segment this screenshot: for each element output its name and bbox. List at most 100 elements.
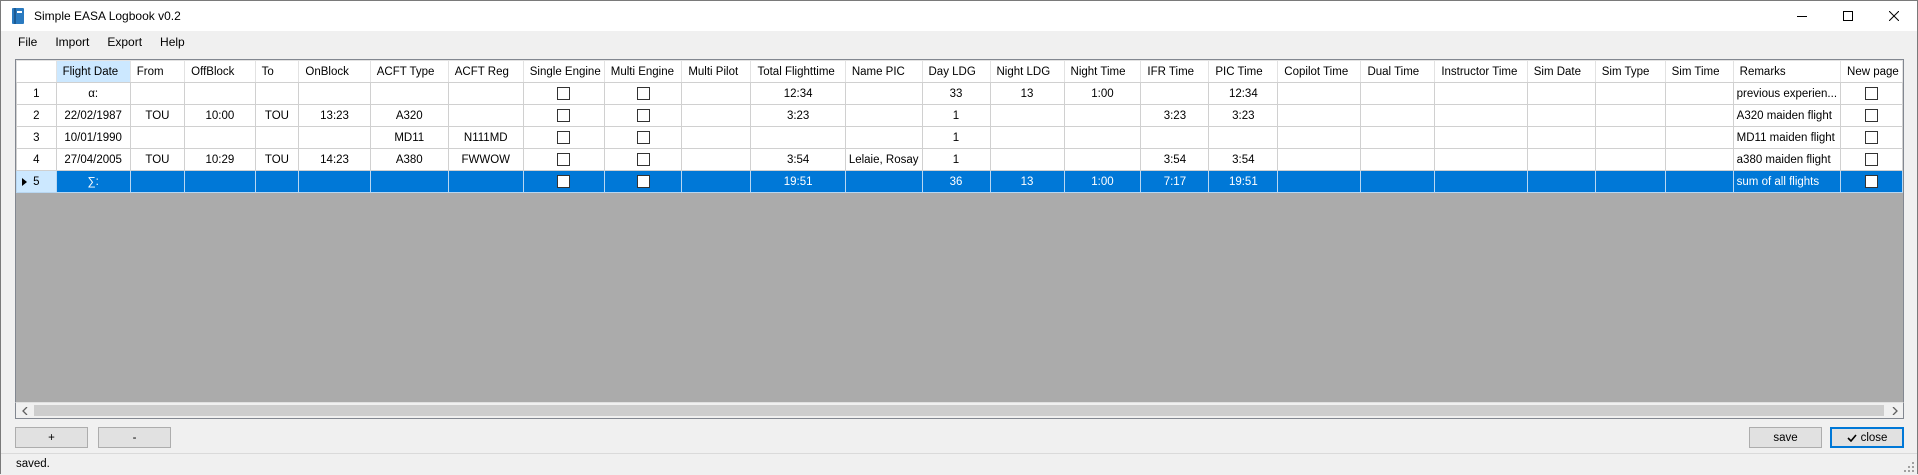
col-header[interactable]: New page bbox=[1840, 60, 1903, 83]
table-cell[interactable] bbox=[369, 82, 449, 105]
table-row[interactable]: 1 α: 12:34 33 13 1:00 12:34 previous experien..… bbox=[16, 82, 1903, 105]
table-cell[interactable] bbox=[1208, 126, 1279, 149]
table-cell[interactable]: 22/02/1987 bbox=[55, 104, 131, 127]
single-engine-checkbox[interactable] bbox=[557, 175, 571, 188]
checkbox-cell[interactable] bbox=[522, 82, 605, 105]
table-cell[interactable] bbox=[989, 104, 1065, 127]
table-cell[interactable] bbox=[369, 170, 449, 193]
table-cell[interactable]: 1 bbox=[921, 104, 991, 127]
menu-import[interactable]: Import bbox=[46, 32, 98, 52]
new-page-checkbox[interactable] bbox=[1865, 175, 1879, 188]
close-button[interactable]: close bbox=[1830, 427, 1904, 448]
table-cell[interactable] bbox=[1360, 126, 1436, 149]
table-cell[interactable] bbox=[447, 170, 524, 193]
close-window-button[interactable] bbox=[1871, 1, 1917, 31]
table-cell[interactable]: 1 bbox=[921, 126, 991, 149]
table-cell[interactable] bbox=[1063, 104, 1142, 127]
table-cell[interactable] bbox=[1277, 170, 1362, 193]
table-cell[interactable]: sum of all flights bbox=[1732, 170, 1842, 193]
table-cell[interactable] bbox=[1277, 126, 1362, 149]
new-page-checkbox[interactable] bbox=[1865, 131, 1879, 144]
checkbox-cell[interactable] bbox=[522, 104, 605, 127]
table-cell[interactable] bbox=[1594, 82, 1666, 105]
col-header[interactable]: OnBlock bbox=[298, 60, 371, 83]
table-cell[interactable]: TOU bbox=[129, 148, 186, 171]
table-cell[interactable]: MD11 maiden flight bbox=[1732, 126, 1842, 149]
select-all-header[interactable] bbox=[16, 60, 57, 83]
col-header[interactable]: Instructor Time bbox=[1434, 60, 1528, 83]
table-row[interactable]: 3 10/01/1990 MD11 N111MD 1 MD11 maiden flight bbox=[16, 126, 1903, 149]
col-header[interactable]: IFR Time bbox=[1140, 60, 1210, 83]
menu-help[interactable]: Help bbox=[151, 32, 194, 52]
table-cell[interactable] bbox=[1434, 104, 1528, 127]
table-cell[interactable] bbox=[1434, 82, 1528, 105]
scroll-right-icon[interactable] bbox=[1886, 403, 1903, 418]
table-row[interactable]: 5 ∑: 19:51 36 13 1:00 7:17 19:51 sum of all flig… bbox=[16, 170, 1903, 193]
table-cell[interactable] bbox=[1594, 126, 1666, 149]
table-cell[interactable]: 3:54 bbox=[1208, 148, 1279, 171]
new-page-checkbox[interactable] bbox=[1865, 109, 1879, 122]
col-header[interactable]: Sim Time bbox=[1664, 60, 1734, 83]
multi-engine-checkbox[interactable] bbox=[636, 175, 650, 188]
col-header[interactable]: Multi Pilot bbox=[681, 60, 752, 83]
checkbox-cell[interactable] bbox=[522, 170, 605, 193]
table-cell[interactable] bbox=[129, 170, 186, 193]
table-cell[interactable] bbox=[1434, 170, 1528, 193]
table-cell[interactable] bbox=[298, 82, 371, 105]
col-header[interactable]: ACFT Reg bbox=[447, 60, 524, 83]
table-cell[interactable] bbox=[129, 82, 186, 105]
col-header[interactable]: Multi Engine bbox=[603, 60, 683, 83]
table-cell[interactable]: 13 bbox=[989, 82, 1065, 105]
logbook-grid[interactable]: Flight Date From OffBlock To OnBlock ACF… bbox=[15, 59, 1904, 417]
col-header[interactable]: Total Flighttime bbox=[750, 60, 846, 83]
col-header[interactable]: Flight Date bbox=[55, 60, 131, 83]
table-row[interactable]: 4 27/04/2005 TOU 10:29 TOU 14:23 A380 FWWOW 3:54… bbox=[16, 148, 1903, 171]
table-cell[interactable] bbox=[1277, 148, 1362, 171]
table-cell[interactable]: A320 maiden flight bbox=[1732, 104, 1842, 127]
table-cell[interactable] bbox=[1594, 148, 1666, 171]
checkbox-cell[interactable] bbox=[603, 148, 683, 171]
multi-engine-checkbox[interactable] bbox=[636, 109, 650, 122]
table-cell[interactable] bbox=[1360, 170, 1436, 193]
table-cell[interactable]: 7:17 bbox=[1140, 170, 1210, 193]
table-cell[interactable] bbox=[681, 148, 752, 171]
table-cell[interactable]: 19:51 bbox=[750, 170, 846, 193]
table-cell[interactable]: ∑: bbox=[55, 170, 131, 193]
table-cell[interactable] bbox=[844, 170, 923, 193]
col-header[interactable]: Single Engine bbox=[522, 60, 605, 83]
table-cell[interactable] bbox=[844, 82, 923, 105]
horizontal-scrollbar[interactable] bbox=[15, 402, 1904, 419]
multi-engine-checkbox[interactable] bbox=[636, 153, 650, 166]
table-cell[interactable]: previous experien... bbox=[1732, 82, 1842, 105]
col-header[interactable]: ACFT Type bbox=[369, 60, 449, 83]
col-header[interactable]: Name PIC bbox=[844, 60, 923, 83]
table-cell[interactable] bbox=[1434, 126, 1528, 149]
new-page-checkbox[interactable] bbox=[1865, 87, 1879, 100]
table-cell[interactable]: 3:54 bbox=[750, 148, 846, 171]
table-cell[interactable] bbox=[298, 126, 371, 149]
table-cell[interactable]: FWWOW bbox=[447, 148, 524, 171]
single-engine-checkbox[interactable] bbox=[557, 131, 571, 144]
row-header[interactable]: 2 bbox=[16, 104, 57, 127]
resize-grip-icon[interactable] bbox=[1903, 461, 1915, 473]
row-header[interactable]: 4 bbox=[16, 148, 57, 171]
table-row[interactable]: 2 22/02/1987 TOU 10:00 TOU 13:23 A320 3:23 1 3:23… bbox=[16, 104, 1903, 127]
table-cell[interactable]: 10/01/1990 bbox=[55, 126, 131, 149]
table-cell[interactable] bbox=[447, 104, 524, 127]
table-cell[interactable]: TOU bbox=[129, 104, 186, 127]
col-header[interactable]: Sim Type bbox=[1594, 60, 1666, 83]
col-header[interactable]: Dual Time bbox=[1360, 60, 1436, 83]
table-cell[interactable] bbox=[1360, 148, 1436, 171]
table-cell[interactable] bbox=[681, 170, 752, 193]
checkbox-cell[interactable] bbox=[603, 126, 683, 149]
checkbox-cell[interactable] bbox=[1840, 170, 1903, 193]
table-cell[interactable]: 12:34 bbox=[1208, 82, 1279, 105]
table-cell[interactable]: 10:29 bbox=[184, 148, 256, 171]
table-cell[interactable] bbox=[1594, 104, 1666, 127]
table-cell[interactable] bbox=[1526, 82, 1596, 105]
table-cell[interactable]: 3:54 bbox=[1140, 148, 1210, 171]
table-cell[interactable] bbox=[681, 126, 752, 149]
scroll-left-icon[interactable] bbox=[16, 403, 33, 418]
table-cell[interactable] bbox=[750, 126, 846, 149]
checkbox-cell[interactable] bbox=[522, 148, 605, 171]
